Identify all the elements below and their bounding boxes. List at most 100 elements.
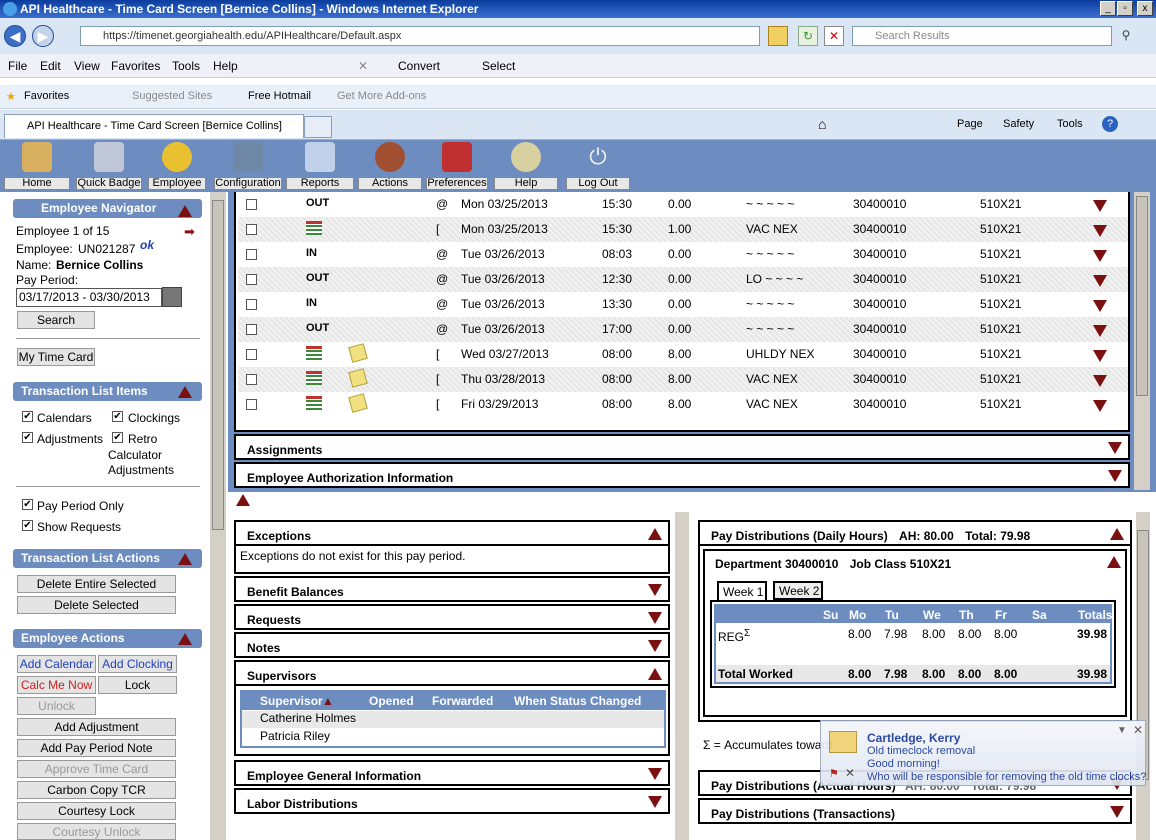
- courtesy-lock-button[interactable]: Courtesy Lock: [17, 802, 176, 820]
- upper-scrollbar-thumb[interactable]: [1136, 196, 1148, 396]
- retro-checkbox[interactable]: ✔: [112, 432, 123, 443]
- general-info-section[interactable]: Employee General Information: [234, 760, 670, 786]
- row-expand-icon[interactable]: [1093, 200, 1107, 212]
- calendars-checkbox[interactable]: ✔: [22, 411, 33, 422]
- delete-entire-selected-button[interactable]: Delete Entire Selected: [17, 575, 176, 593]
- row-expand-icon[interactable]: [1093, 275, 1107, 287]
- labor-distributions-section[interactable]: Labor Distributions: [234, 788, 670, 814]
- supervisor-row[interactable]: Patricia Riley: [242, 729, 664, 746]
- toolbar-help[interactable]: Help: [494, 142, 558, 190]
- suggested-sites[interactable]: Suggested Sites: [132, 90, 212, 102]
- toolbar-employee[interactable]: Employee: [148, 142, 206, 190]
- page-menu[interactable]: Page: [957, 118, 983, 130]
- maximize-button[interactable]: ▫: [1117, 1, 1133, 16]
- convert-button[interactable]: Convert: [398, 59, 440, 73]
- minimize-button[interactable]: _: [1100, 1, 1116, 16]
- expand-icon[interactable]: [1110, 806, 1124, 818]
- help-icon[interactable]: ?: [1102, 116, 1118, 132]
- search-button[interactable]: Search: [17, 311, 95, 329]
- menu-tools[interactable]: Tools: [172, 59, 200, 73]
- row-expand-icon[interactable]: [1093, 225, 1107, 237]
- row-checkbox[interactable]: [246, 324, 257, 335]
- note-icon[interactable]: [348, 343, 368, 363]
- expand-icon[interactable]: [648, 796, 662, 808]
- row-expand-icon[interactable]: [1093, 300, 1107, 312]
- close-button[interactable]: x: [1137, 1, 1153, 16]
- close-icon[interactable]: ✕: [358, 59, 368, 73]
- transaction-row[interactable]: OUT @ Tue 03/26/2013 12:30 0.00 LO ~ ~ ~…: [238, 267, 1128, 292]
- menu-file[interactable]: File: [8, 59, 27, 73]
- splitter-collapse-icon[interactable]: [236, 494, 250, 506]
- row-checkbox[interactable]: [246, 199, 257, 210]
- home-icon[interactable]: ⌂: [818, 116, 826, 132]
- left-scrollbar-thumb[interactable]: [212, 200, 224, 530]
- row-expand-icon[interactable]: [1093, 375, 1107, 387]
- row-expand-icon[interactable]: [1093, 400, 1107, 412]
- toolbar-preferences[interactable]: Preferences: [426, 142, 488, 190]
- collapse-icon[interactable]: [648, 668, 662, 680]
- add-clocking-button[interactable]: Add Clocking: [98, 655, 177, 673]
- sort-icon[interactable]: ▲: [322, 692, 334, 710]
- calc-me-now-button[interactable]: Calc Me Now: [17, 676, 96, 694]
- get-addons[interactable]: Get More Add-ons: [337, 90, 426, 102]
- tab-week-2[interactable]: Week 2: [773, 581, 823, 600]
- lock-icon[interactable]: [768, 26, 788, 46]
- transaction-row[interactable]: OUT @ Tue 03/26/2013 17:00 0.00 ~ ~ ~ ~ …: [238, 317, 1128, 342]
- search-input[interactable]: Search Results: [852, 26, 1112, 46]
- toolbar-reports[interactable]: Reports: [286, 142, 354, 190]
- carbon-copy-tcr-button[interactable]: Carbon Copy TCR: [17, 781, 176, 799]
- my-time-card-button[interactable]: My Time Card: [17, 348, 95, 366]
- menu-help[interactable]: Help: [213, 59, 238, 73]
- collapse-icon[interactable]: [178, 205, 192, 217]
- notification-toast[interactable]: Cartledge, Kerry Old timeclock removal G…: [820, 720, 1146, 786]
- safety-menu[interactable]: Safety: [1003, 118, 1034, 130]
- add-pay-period-note-button[interactable]: Add Pay Period Note: [17, 739, 176, 757]
- adjustments-checkbox[interactable]: ✔: [22, 432, 33, 443]
- transaction-row[interactable]: IN @ Tue 03/26/2013 08:03 0.00 ~ ~ ~ ~ ~…: [238, 242, 1128, 267]
- toast-close-icon[interactable]: ✕: [1133, 723, 1143, 737]
- notes-section[interactable]: Notes: [234, 632, 670, 658]
- row-expand-icon[interactable]: [1093, 350, 1107, 362]
- refresh-icon[interactable]: ↻: [798, 26, 818, 46]
- clockings-checkbox[interactable]: ✔: [112, 411, 123, 422]
- pay-distributions-transactions-section[interactable]: Pay Distributions (Transactions): [698, 798, 1132, 824]
- approve-time-card-button[interactable]: Approve Time Card: [17, 760, 176, 778]
- pay-distributions-daily-section[interactable]: Pay Distributions (Daily Hours) AH: 80.0…: [698, 520, 1132, 546]
- toolbar-quick-badge[interactable]: Quick Badge: [76, 142, 142, 190]
- exceptions-section[interactable]: Exceptions: [234, 520, 670, 546]
- back-button[interactable]: ◀: [4, 25, 26, 47]
- pay-period-dropdown-icon[interactable]: [162, 287, 182, 307]
- row-checkbox[interactable]: [246, 374, 257, 385]
- delete-icon[interactable]: ✕: [845, 766, 855, 780]
- row-checkbox[interactable]: [246, 274, 257, 285]
- tools-menu[interactable]: Tools: [1057, 118, 1083, 130]
- browser-tab[interactable]: API Healthcare - Time Card Screen [Berni…: [4, 114, 304, 138]
- toolbar-configuration[interactable]: Configuration: [214, 142, 282, 190]
- menu-edit[interactable]: Edit: [40, 59, 61, 73]
- row-checkbox[interactable]: [246, 399, 257, 410]
- forward-button[interactable]: ▶: [32, 25, 54, 47]
- row-expand-icon[interactable]: [1093, 250, 1107, 262]
- favorites-button[interactable]: Favorites: [24, 90, 69, 102]
- collapse-icon[interactable]: [648, 528, 662, 540]
- unlock-button[interactable]: Unlock: [17, 697, 96, 715]
- next-employee-icon[interactable]: ➡: [184, 224, 195, 240]
- search-icon[interactable]: ⚲: [1116, 26, 1136, 46]
- add-adjustment-button[interactable]: Add Adjustment: [17, 718, 176, 736]
- toolbar-logout[interactable]: ⏻ Log Out: [566, 142, 630, 190]
- delete-selected-button[interactable]: Delete Selected: [17, 596, 176, 614]
- benefit-balances-section[interactable]: Benefit Balances: [234, 576, 670, 602]
- pay-period-select[interactable]: 03/17/2013 - 03/30/2013: [16, 288, 162, 307]
- expand-icon[interactable]: [1108, 442, 1122, 454]
- menu-view[interactable]: View: [74, 59, 100, 73]
- stop-icon[interactable]: ✕: [824, 26, 844, 46]
- menu-favorites[interactable]: Favorites: [111, 59, 160, 73]
- select-button[interactable]: Select: [482, 59, 515, 73]
- row-expand-icon[interactable]: [1093, 325, 1107, 337]
- tab-week-1[interactable]: Week 1: [717, 581, 767, 601]
- transaction-row[interactable]: [ Wed 03/27/2013 08:00 8.00 UHLDY NEX 30…: [238, 342, 1128, 367]
- collapse-icon[interactable]: [1107, 556, 1121, 568]
- collapse-icon[interactable]: [178, 553, 192, 565]
- note-icon[interactable]: [348, 393, 368, 413]
- transaction-row[interactable]: [ Mon 03/25/2013 15:30 1.00 VAC NEX 3040…: [238, 217, 1128, 242]
